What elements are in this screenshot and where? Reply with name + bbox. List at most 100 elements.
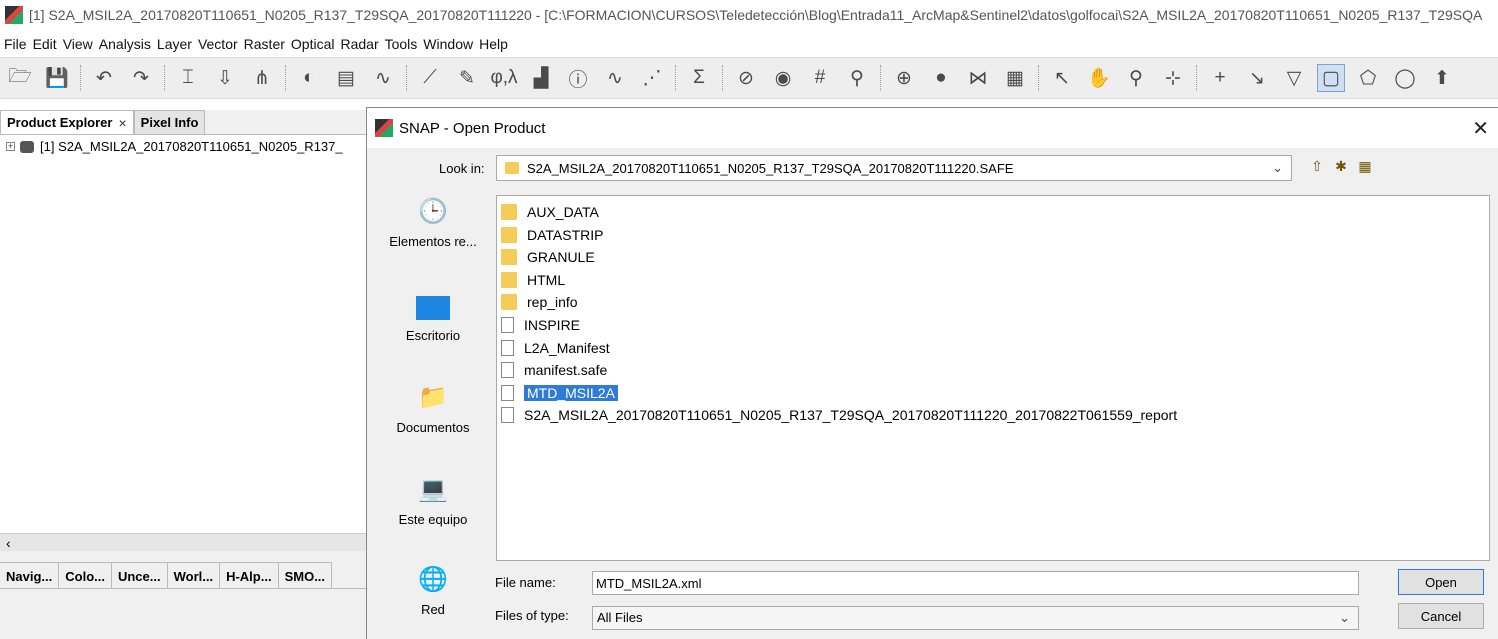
tool-tab-2[interactable]: Unce... bbox=[111, 563, 168, 589]
file-list-item[interactable]: MTD_MSIL2A bbox=[501, 383, 622, 403]
product-tree: + [1] S2A_MSIL2A_20170820T110651_N0205_R… bbox=[0, 134, 366, 534]
menu-layer[interactable]: Layer bbox=[157, 36, 192, 52]
menu-analysis[interactable]: Analysis bbox=[99, 36, 151, 52]
spectrum-icon[interactable]: ∿ bbox=[601, 64, 629, 92]
tool-tab-4[interactable]: H-Alp... bbox=[220, 563, 279, 589]
place-documents[interactable]: 📁 Documentos bbox=[375, 382, 491, 436]
band-merge-icon[interactable]: ⋔ bbox=[248, 64, 276, 92]
scatter-icon[interactable]: ⋰ bbox=[638, 64, 666, 92]
scroll-left-icon[interactable]: ‹ bbox=[6, 535, 11, 551]
tab-pixel-info[interactable]: Pixel Info bbox=[133, 110, 206, 134]
band-subset-icon[interactable]: ⇩ bbox=[211, 64, 239, 92]
layers-icon[interactable]: ▤ bbox=[332, 64, 360, 92]
file-name: MTD_MSIL2A bbox=[524, 384, 618, 401]
file-name: L2A_Manifest bbox=[524, 339, 610, 356]
ellipse-draw-icon[interactable]: ◯ bbox=[1391, 64, 1419, 92]
pan-hand-icon[interactable]: ✋ bbox=[1085, 64, 1113, 92]
graph-icon[interactable]: ⋈ bbox=[964, 64, 992, 92]
menu-file[interactable]: File bbox=[4, 36, 27, 52]
menu-window[interactable]: Window bbox=[423, 36, 473, 52]
line-draw-icon[interactable]: ↘ bbox=[1243, 64, 1271, 92]
polyline-draw-icon[interactable]: ▽ bbox=[1280, 64, 1308, 92]
file-icon bbox=[501, 362, 514, 379]
place-recent-items[interactable]: 🕒 Elementos re... bbox=[375, 196, 491, 250]
tree-item-product[interactable]: + [1] S2A_MSIL2A_20170820T110651_N0205_R… bbox=[6, 139, 343, 154]
file-list-item[interactable]: L2A_Manifest bbox=[501, 338, 614, 358]
gcp-icon[interactable]: ⊕ bbox=[890, 64, 918, 92]
folder-icon bbox=[501, 226, 517, 243]
pin-icon[interactable]: ⚲ bbox=[843, 64, 871, 92]
place-network[interactable]: 🌐 Red bbox=[375, 564, 491, 618]
magic-wand-icon[interactable]: ⊘ bbox=[732, 64, 760, 92]
file-list-item[interactable]: INSPIRE bbox=[501, 315, 584, 335]
menu-vector[interactable]: Vector bbox=[198, 36, 238, 52]
toolbar-separator bbox=[164, 65, 165, 91]
geo-coord-icon[interactable]: φ,λ bbox=[490, 64, 518, 92]
wave-icon[interactable]: ∿ bbox=[369, 64, 397, 92]
place-label: Red bbox=[421, 602, 445, 617]
band-maths-icon[interactable]: ⌶ bbox=[174, 64, 202, 92]
gcp-add-icon[interactable]: + bbox=[1206, 64, 1234, 92]
open-button[interactable]: Open bbox=[1398, 569, 1484, 595]
file-name: rep_info bbox=[527, 294, 578, 311]
pencil-icon[interactable]: ✎ bbox=[453, 64, 481, 92]
menu-optical[interactable]: Optical bbox=[291, 36, 335, 52]
file-icon bbox=[501, 384, 514, 401]
horizontal-scrollbar[interactable]: ‹ bbox=[0, 533, 366, 551]
pointer-icon[interactable]: ↖ bbox=[1048, 64, 1076, 92]
place-computer[interactable]: 💻 Este equipo bbox=[375, 474, 491, 528]
dialog-title-bar: SNAP - Open Product ✕ bbox=[367, 108, 1498, 148]
view-menu-icon[interactable]: ▦ bbox=[1355, 157, 1375, 175]
open-product-icon[interactable]: 🗁 bbox=[6, 64, 34, 92]
undo-icon[interactable]: ↶ bbox=[90, 64, 118, 92]
file-list-item[interactable]: DATASTRIP bbox=[501, 225, 608, 245]
toolbar-separator bbox=[80, 65, 81, 91]
tool-tab-1[interactable]: Colo... bbox=[59, 563, 112, 589]
cancel-button[interactable]: Cancel bbox=[1398, 603, 1484, 629]
insert-pin-icon[interactable]: ⬆ bbox=[1428, 64, 1456, 92]
file-list-item[interactable]: rep_info bbox=[501, 292, 582, 312]
tool-tab-5[interactable]: SMO... bbox=[278, 563, 333, 589]
file-list-item[interactable]: S2A_MSIL2A_20170820T110651_N0205_R137_T2… bbox=[501, 405, 1181, 425]
look-in-select[interactable]: S2A_MSIL2A_20170820T110651_N0205_R137_T2… bbox=[496, 155, 1292, 181]
grid-icon[interactable]: # bbox=[806, 64, 834, 92]
menu-help[interactable]: Help bbox=[479, 36, 508, 52]
redo-icon[interactable]: ↷ bbox=[127, 64, 155, 92]
toolbar-separator bbox=[722, 65, 723, 91]
zoom-icon[interactable]: ⚲ bbox=[1122, 64, 1150, 92]
menu-view[interactable]: View bbox=[63, 36, 93, 52]
file-list-item[interactable]: AUX_DATA bbox=[501, 202, 603, 222]
file-list-item[interactable]: manifest.safe bbox=[501, 360, 611, 380]
polygon-add-icon[interactable]: ⬠ bbox=[1354, 64, 1382, 92]
layout-grid-icon[interactable]: ▦ bbox=[1001, 64, 1029, 92]
place-desktop[interactable]: Escritorio bbox=[375, 292, 491, 343]
file-icon bbox=[501, 407, 514, 424]
gcp-manager-icon[interactable]: ● bbox=[927, 64, 955, 92]
menu-tools[interactable]: Tools bbox=[385, 36, 418, 52]
tool-tab-0[interactable]: Navig... bbox=[0, 563, 60, 589]
menu-raster[interactable]: Raster bbox=[244, 36, 285, 52]
file-list-item[interactable]: HTML bbox=[501, 270, 569, 290]
rectangle-draw-icon[interactable]: ▢ bbox=[1317, 64, 1345, 92]
menu-radar[interactable]: Radar bbox=[340, 36, 378, 52]
range-finder-icon[interactable]: ⊹ bbox=[1159, 64, 1187, 92]
file-name-input[interactable] bbox=[592, 571, 1359, 595]
tool-tab-3[interactable]: Worl... bbox=[167, 563, 221, 589]
eye-icon[interactable]: ◉ bbox=[769, 64, 797, 92]
files-of-type-select[interactable]: All Files ⌄ bbox=[592, 606, 1359, 630]
close-icon[interactable]: ✕ bbox=[1472, 116, 1489, 141]
file-list-item[interactable]: GRANULE bbox=[501, 247, 599, 267]
polygon-draw-icon[interactable]: ⟋ bbox=[416, 64, 444, 92]
histogram-icon[interactable]: ▟ bbox=[527, 64, 555, 92]
save-product-icon[interactable]: 💾 bbox=[43, 64, 71, 92]
up-folder-icon[interactable]: ⇧ bbox=[1307, 157, 1327, 175]
desktop-icon bbox=[416, 296, 450, 320]
new-folder-icon[interactable]: ✱ bbox=[1331, 157, 1351, 175]
menu-edit[interactable]: Edit bbox=[33, 36, 57, 52]
close-icon[interactable]: × bbox=[118, 115, 126, 131]
color-palette-icon[interactable]: ◐ bbox=[295, 64, 323, 92]
info-icon[interactable]: ⓘ bbox=[564, 64, 592, 92]
expand-icon[interactable]: + bbox=[6, 142, 15, 151]
statistics-icon[interactable]: Σ bbox=[685, 64, 713, 92]
tab-product-explorer[interactable]: Product Explorer × bbox=[0, 110, 134, 134]
